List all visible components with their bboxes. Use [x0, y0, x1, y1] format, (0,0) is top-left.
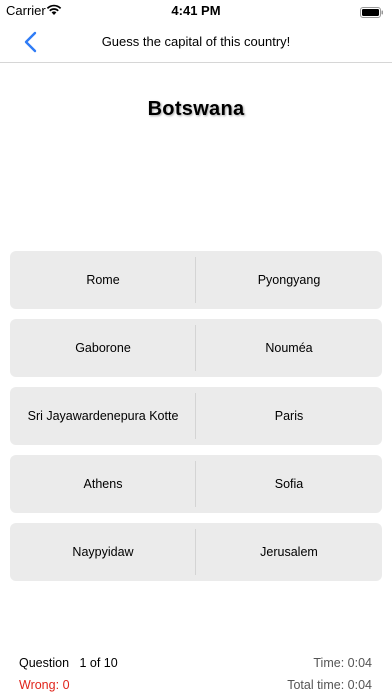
- question-count: 1 of 10: [79, 656, 118, 670]
- total-time-value: 0:04: [347, 678, 372, 692]
- answer-button[interactable]: Gaborone: [10, 319, 196, 377]
- time-value: 0:04: [347, 656, 372, 670]
- question-label: Question: [19, 656, 70, 670]
- answer-row: Athens Sofia: [10, 455, 382, 513]
- answer-button[interactable]: Naypyidaw: [10, 523, 196, 581]
- answer-row: Rome Pyongyang: [10, 251, 382, 309]
- answer-button[interactable]: Pyongyang: [196, 251, 382, 309]
- answer-button[interactable]: Nouméa: [196, 319, 382, 377]
- country-name: Botswana: [147, 98, 245, 120]
- status-bar: Carrier 4:41 PM: [0, 0, 392, 22]
- nav-title: Guess the capital of this country!: [101, 34, 291, 49]
- wrong-counter: Wrong: 0: [19, 678, 70, 692]
- total-time-label: Total time:: [287, 678, 345, 692]
- answer-row: Gaborone Nouméa: [10, 319, 382, 377]
- answer-row: Sri Jayawardenepura Kotte Paris: [10, 387, 382, 445]
- wrong-count: 0: [62, 678, 70, 692]
- navigation-bar: Guess the capital of this country!: [0, 22, 392, 63]
- answer-button[interactable]: Athens: [10, 455, 196, 513]
- answer-button[interactable]: Rome: [10, 251, 196, 309]
- score-footer: Question 1 of 10 Wrong: 0 Time: 0:04 Tot…: [0, 650, 392, 696]
- time-label: Time:: [313, 656, 345, 670]
- answer-row: Naypyidaw Jerusalem: [10, 523, 382, 581]
- wrong-label: Wrong:: [19, 678, 60, 692]
- battery-icon: [360, 5, 384, 18]
- answer-button[interactable]: Paris: [196, 387, 382, 445]
- answer-button[interactable]: Sofia: [196, 455, 382, 513]
- answer-button[interactable]: Jerusalem: [196, 523, 382, 581]
- question-progress: Question 1 of 10: [19, 656, 118, 670]
- answer-button[interactable]: Sri Jayawardenepura Kotte: [10, 387, 196, 445]
- question-timer: Time: 0:04: [313, 656, 372, 670]
- answer-grid: Rome Pyongyang Gaborone Nouméa Sri Jayaw…: [10, 251, 382, 591]
- status-time: 4:41 PM: [171, 3, 221, 18]
- total-timer: Total time: 0:04: [287, 678, 372, 692]
